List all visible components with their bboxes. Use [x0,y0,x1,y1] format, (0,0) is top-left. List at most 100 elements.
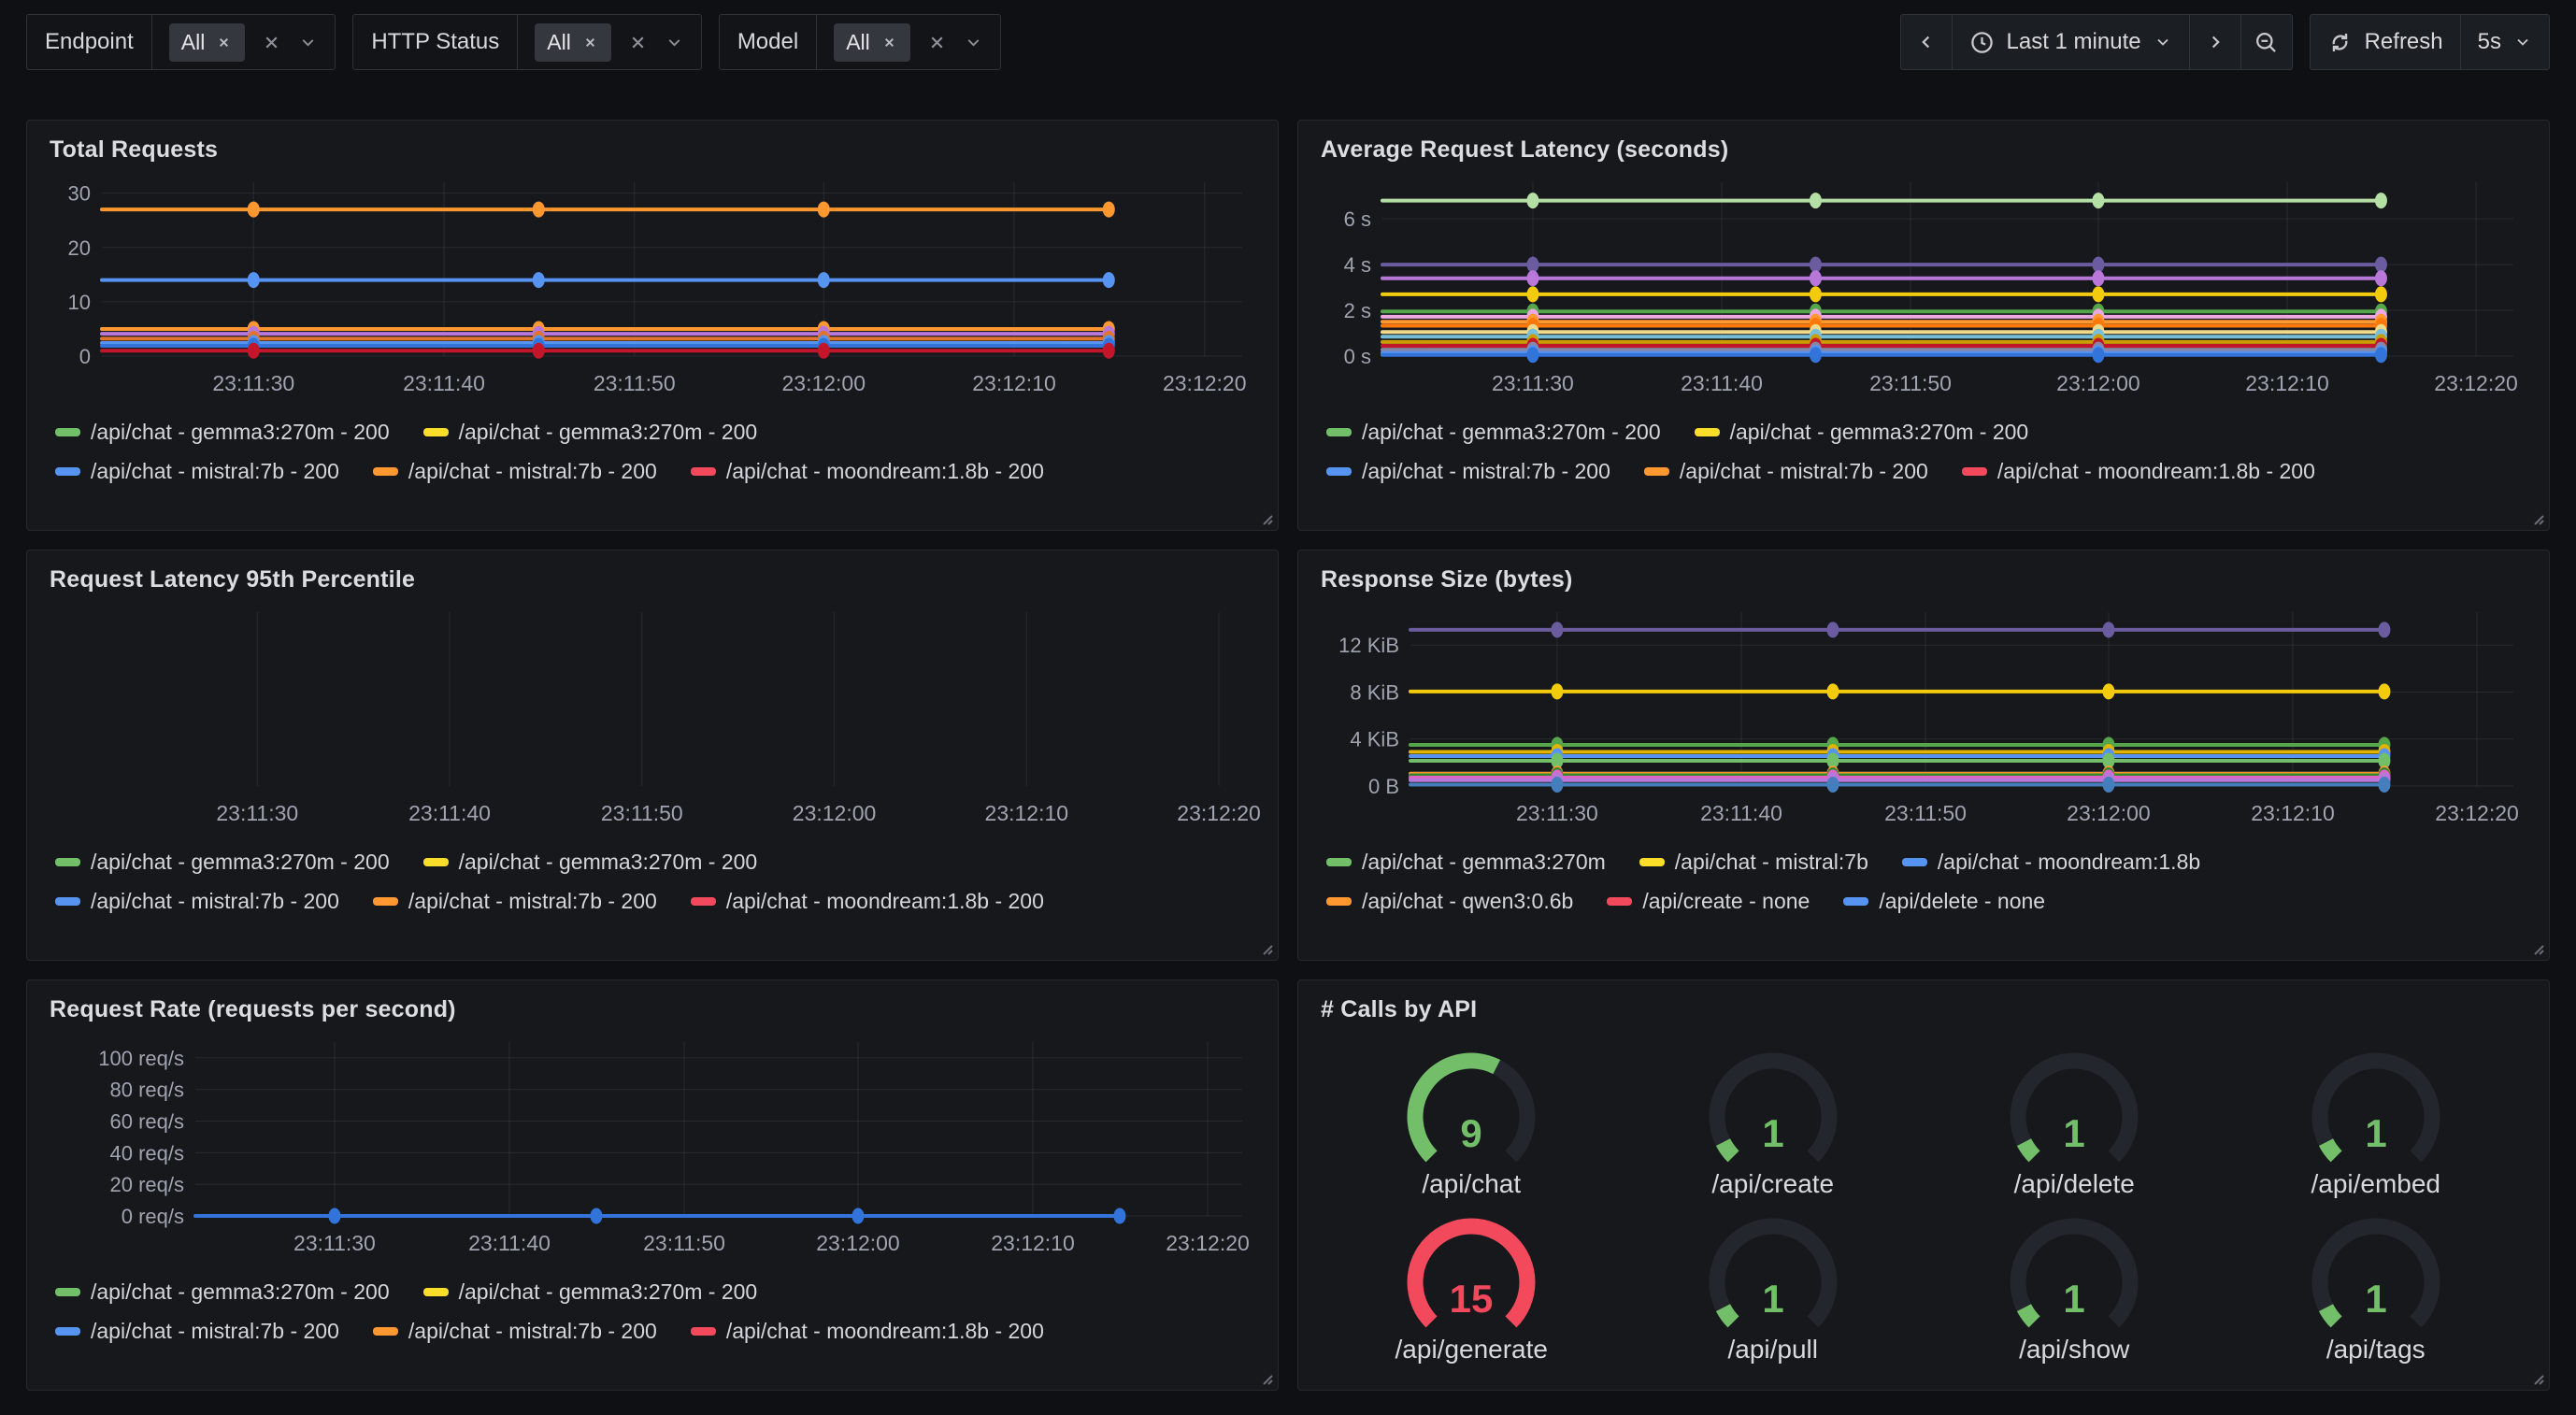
legend-series-swatch [1326,897,1352,906]
svg-text:23:12:00: 23:12:00 [781,371,866,395]
clear-selection-icon[interactable] [261,32,282,53]
filter-endpoint: Endpoint All [26,14,336,70]
gauge-api-chat[interactable]: 9/api/chat [1321,1036,1623,1202]
legend-item[interactable]: /api/chat - moondream:1.8b - 200 [1962,459,2315,484]
legend-series-swatch [373,897,398,906]
chip-remove-icon[interactable] [215,34,233,51]
gauge-label: /api/embed [2311,1169,2440,1199]
gauge-api-pull[interactable]: 1/api/pull [1623,1202,1925,1367]
svg-text:23:11:50: 23:11:50 [1884,801,1967,825]
gauge-value: 1 [1762,1111,1783,1155]
legend-item[interactable]: /api/chat - mistral:7b - 200 [373,1319,657,1344]
legend-item[interactable]: /api/chat - gemma3:270m - 200 [1326,420,1661,445]
filter-endpoint-chip[interactable]: All [169,23,246,62]
filter-http-status: HTTP Status All [352,14,702,70]
chip-remove-icon[interactable] [880,34,898,51]
legend-series-label: /api/chat - gemma3:270m - 200 [1362,420,1661,445]
gauge-label: /api/delete [2014,1169,2135,1199]
svg-text:23:12:10: 23:12:10 [991,1231,1075,1255]
filter-http-status-value[interactable]: All [518,15,701,69]
time-range-picker[interactable]: Last 1 minute [1952,14,2190,70]
zoom-out-button[interactable] [2240,14,2293,70]
filter-model-value[interactable]: All [817,15,1000,69]
chart-area[interactable]: 010203023:11:3023:11:4023:11:5023:12:002… [35,167,1270,403]
legend-item[interactable]: /api/chat - gemma3:270m - 200 [1695,420,2029,445]
clear-selection-icon[interactable] [926,32,948,53]
panel-resize-handle[interactable] [1258,1370,1274,1386]
gauge-api-show[interactable]: 1/api/show [1924,1202,2225,1367]
legend-series-label: /api/chat - mistral:7b - 200 [408,459,657,484]
svg-text:20: 20 [68,236,91,260]
legend-item[interactable]: /api/chat - gemma3:270m [1326,850,1606,875]
time-shift-back-button[interactable] [1900,14,1953,70]
legend-item[interactable]: /api/chat - moondream:1.8b - 200 [691,889,1044,914]
legend-item[interactable]: /api/chat - qwen3:0.6b [1326,889,1573,914]
chevron-down-icon[interactable] [964,33,983,52]
legend-series-label: /api/delete - none [1879,889,2045,914]
chip-remove-icon[interactable] [581,34,599,51]
refresh-interval-dropdown[interactable]: 5s [2460,14,2550,70]
panel-resize-handle[interactable] [2529,1370,2545,1386]
legend-item[interactable]: /api/chat - mistral:7b - 200 [55,459,339,484]
legend-item[interactable]: /api/chat - gemma3:270m - 200 [423,1279,758,1305]
legend-item[interactable]: /api/chat - mistral:7b - 200 [1644,459,1928,484]
gauge-value: 1 [2064,1277,2085,1321]
svg-text:23:11:50: 23:11:50 [601,801,683,825]
legend-item[interactable]: /api/chat - moondream:1.8b - 200 [691,1319,1044,1344]
svg-text:2 s: 2 s [1344,299,1371,322]
legend-item[interactable]: /api/chat - moondream:1.8b [1902,850,2200,875]
legend-item[interactable]: /api/chat - gemma3:270m - 200 [55,850,390,875]
chevron-down-icon[interactable] [665,33,684,52]
chart-area[interactable]: 23:11:3023:11:4023:11:5023:12:0023:12:10… [35,597,1270,833]
gauge-api-embed[interactable]: 1/api/embed [2225,1036,2527,1202]
gauge-api-tags[interactable]: 1/api/tags [2225,1202,2527,1367]
svg-text:23:12:10: 23:12:10 [2245,371,2329,395]
legend-series-label: /api/chat - gemma3:270m - 200 [91,420,390,445]
legend-row: /api/chat - gemma3:270m - 200/api/chat -… [55,1279,1250,1305]
chevron-left-icon [1916,32,1937,52]
legend-series-label: /api/chat - mistral:7b - 200 [1680,459,1928,484]
gauge-value: 1 [1762,1277,1783,1321]
legend-series-swatch [55,897,80,906]
legend-item[interactable]: /api/chat - gemma3:270m - 200 [423,420,758,445]
legend-item[interactable]: /api/chat - mistral:7b - 200 [373,889,657,914]
filter-model-chip[interactable]: All [834,23,910,62]
legend-item[interactable]: /api/chat - moondream:1.8b - 200 [691,459,1044,484]
legend-item[interactable]: /api/chat - mistral:7b - 200 [55,889,339,914]
panel-resize-handle[interactable] [1258,510,1274,526]
legend-item[interactable]: /api/create - none [1607,889,1810,914]
legend-item[interactable]: /api/chat - gemma3:270m - 200 [55,1279,390,1305]
legend-row: /api/chat - mistral:7b - 200/api/chat - … [55,1319,1250,1344]
time-shift-forward-button[interactable] [2189,14,2241,70]
clear-selection-icon[interactable] [627,32,649,53]
panel-title: Total Requests [27,121,1278,167]
gauge-api-generate[interactable]: 15/api/generate [1321,1202,1623,1367]
chart-area[interactable]: 0 s2 s4 s6 s23:11:3023:11:4023:11:5023:1… [1306,167,2541,403]
legend-item[interactable]: /api/chat - mistral:7b - 200 [373,459,657,484]
legend-row: /api/chat - gemma3:270m/api/chat - mistr… [1326,850,2521,875]
refresh-button[interactable]: Refresh [2310,14,2461,70]
gauge-api-delete[interactable]: 1/api/delete [1924,1036,2225,1202]
filter-endpoint-value[interactable]: All [152,15,336,69]
svg-text:0 B: 0 B [1368,775,1399,798]
legend: /api/chat - gemma3:270m - 200/api/chat -… [27,833,1278,960]
gauge-value: 1 [2365,1111,2386,1155]
svg-text:4 s: 4 s [1344,253,1371,277]
svg-text:23:11:30: 23:11:30 [1492,371,1574,395]
chart-area[interactable]: 0 B4 KiB8 KiB12 KiB23:11:3023:11:4023:11… [1306,597,2541,833]
legend-item[interactable]: /api/chat - mistral:7b [1639,850,1868,875]
legend-item[interactable]: /api/chat - mistral:7b - 200 [1326,459,1610,484]
legend-series-label: /api/chat - mistral:7b - 200 [408,889,657,914]
filter-http-status-chip[interactable]: All [535,23,611,62]
chart-area[interactable]: 0 req/s20 req/s40 req/s60 req/s80 req/s1… [35,1027,1270,1263]
panel-resize-handle[interactable] [1258,940,1274,956]
chevron-down-icon[interactable] [298,33,318,52]
panel-resize-handle[interactable] [2529,510,2545,526]
panel-resize-handle[interactable] [2529,940,2545,956]
legend-item[interactable]: /api/chat - mistral:7b - 200 [55,1319,339,1344]
filter-http-status-label: HTTP Status [353,15,518,69]
legend-item[interactable]: /api/chat - gemma3:270m - 200 [423,850,758,875]
gauge-api-create[interactable]: 1/api/create [1623,1036,1925,1202]
legend-item[interactable]: /api/delete - none [1843,889,2045,914]
legend-item[interactable]: /api/chat - gemma3:270m - 200 [55,420,390,445]
